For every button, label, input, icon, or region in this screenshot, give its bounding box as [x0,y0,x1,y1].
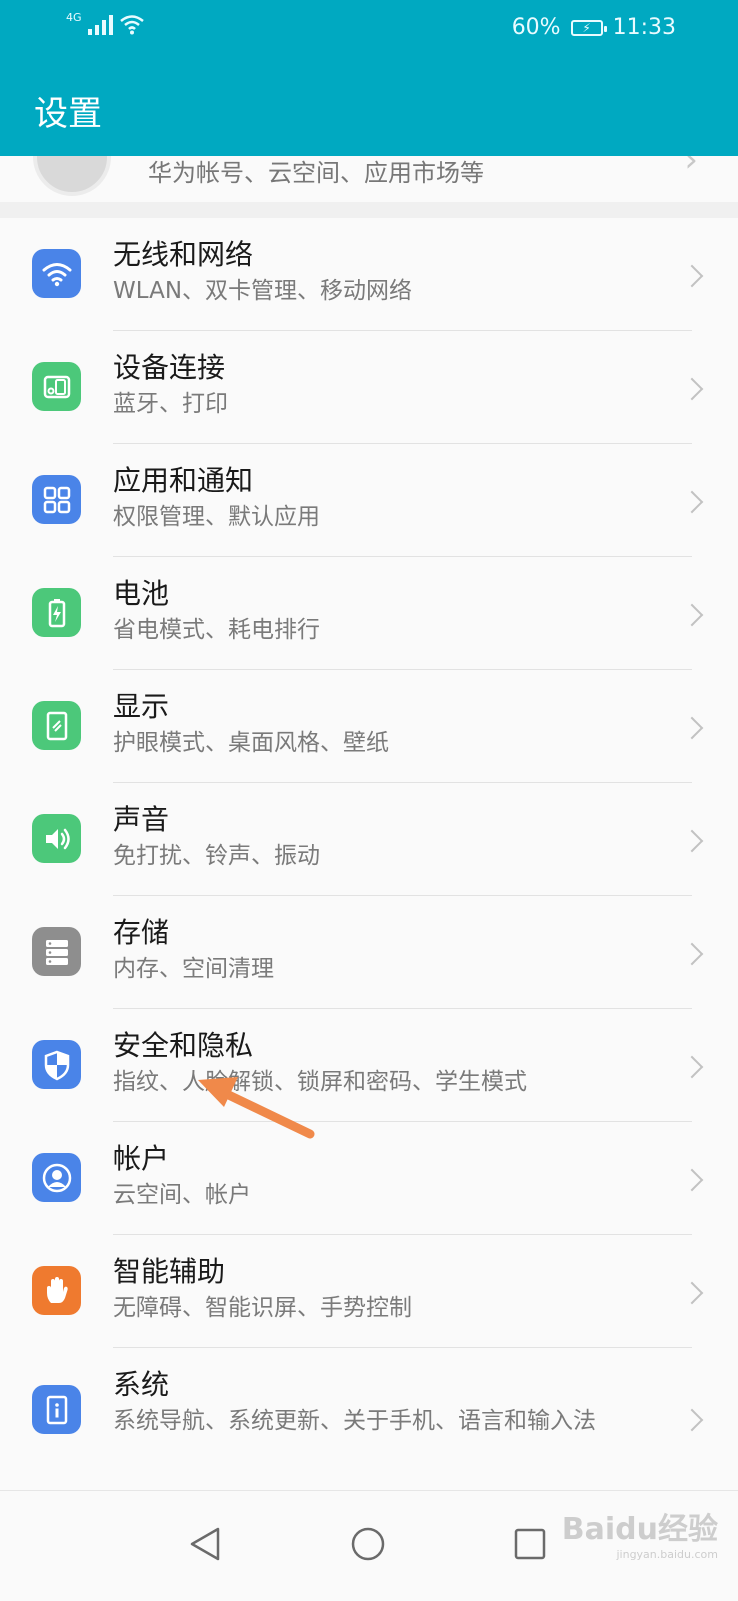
settings-item-subtitle: 免打扰、铃声、振动 [113,843,320,869]
status-right: 60% ⚡ 11:33 [512,15,676,40]
settings-item-title: 帐户 [113,1142,170,1175]
chevron-right-icon [680,1408,704,1432]
settings-item-title: 安全和隐私 [113,1029,254,1062]
settings-item-title: 无线和网络 [113,238,254,271]
storage-icon [32,927,81,976]
settings-item-title: 设备连接 [113,351,226,384]
settings-item-subtitle: 指纹、人脸解锁、锁屏和密码、学生模式 [113,1069,527,1095]
settings-item-display[interactable]: 显示护眼模式、桌面风格、壁纸 [0,670,738,783]
user-icon [32,1153,81,1202]
settings-list: 无线和网络 WLAN、双卡管理、移动网络设备连接蓝牙、打印应用和通知权限管理、默认… [0,218,738,1490]
settings-item-storage[interactable]: 存储 内存、空间清理 [0,896,738,1009]
chevron-right-icon [680,1281,704,1305]
settings-item-wireless[interactable]: 无线和网络 WLAN、双卡管理、移动网络 [0,218,738,331]
display-icon [32,701,81,750]
section-divider [0,202,738,218]
chevron-right-icon [680,942,704,966]
device-connection-icon [32,362,81,411]
settings-item-subtitle: WLAN、双卡管理、移动网络 [113,278,413,304]
hand-icon [32,1266,81,1315]
chevron-right-icon: › [684,156,698,180]
chevron-right-icon [680,490,704,514]
settings-item-subtitle: 蓝牙、打印 [113,391,228,417]
settings-item-device[interactable]: 设备连接 蓝牙、打印 [0,331,738,444]
settings-item-title: 应用和通知 [113,464,254,497]
chevron-right-icon [680,1168,704,1192]
home-button[interactable] [345,1521,391,1567]
home-circle-icon [351,1527,385,1561]
recents-square-icon [514,1528,546,1560]
settings-item-title: 声音 [113,803,170,836]
signal-indicators: 4G [66,12,145,35]
settings-item-system[interactable]: 系统系统导航、系统更新、关于手机、语言和输入法 [0,1348,738,1490]
settings-item-title: 存储 [113,916,170,949]
watermark-brand: Baidu经验 [561,1512,718,1547]
settings-item-title: 电池 [113,577,170,610]
network-type: 4G [66,11,82,24]
chevron-right-icon [680,1055,704,1079]
settings-item-subtitle: 内存、空间清理 [113,956,274,982]
wifi-icon [32,249,81,298]
chevron-right-icon [680,603,704,627]
account-row[interactable]: 华为帐号、云空间、应用市场等 › [0,156,738,202]
settings-item-title: 显示 [113,690,170,723]
settings-item-subtitle: 无障碍、智能识屏、手势控制 [113,1295,412,1321]
system-info-icon [32,1385,81,1434]
clock: 11:33 [612,15,676,40]
status-bar: 4G 60% ⚡ 11:33 [0,0,738,58]
recents-button[interactable] [507,1521,553,1567]
avatar [33,156,111,196]
chevron-right-icon [680,829,704,853]
speaker-icon [32,814,81,863]
settings-item-subtitle: 省电模式、耗电排行 [113,617,320,643]
chevron-right-icon [680,377,704,401]
back-button[interactable] [182,1521,228,1567]
settings-item-title: 智能辅助 [113,1255,226,1288]
battery-percent: 60% [511,15,561,40]
settings-item-sound[interactable]: 声音免打扰、铃声、振动 [0,783,738,896]
page-title: 设置 [34,94,102,134]
settings-item-subtitle: 云空间、帐户 [113,1182,251,1208]
back-triangle-icon [190,1527,220,1561]
settings-item-title: 系统 [113,1368,170,1401]
settings-item-subtitle: 权限管理、默认应用 [113,504,320,530]
apps-grid-icon [32,475,81,524]
settings-item-accessibility[interactable]: 智能辅助无障碍、智能识屏、手势控制 [0,1235,738,1348]
settings-item-subtitle: 护眼模式、桌面风格、壁纸 [113,730,389,756]
chevron-right-icon [680,264,704,288]
settings-item-apps[interactable]: 应用和通知权限管理、默认应用 [0,444,738,557]
account-subtitle: 华为帐号、云空间、应用市场等 [148,159,484,187]
chevron-right-icon [680,716,704,740]
watermark-url: jingyan.baidu.com [616,1548,718,1561]
watermark: Baidu经验 jingyan.baidu.com [562,1504,718,1561]
settings-item-subtitle: 系统导航、系统更新、关于手机、语言和输入法 [113,1408,596,1434]
battery-status-icon: ⚡ [570,19,607,36]
settings-item-account[interactable]: 帐户 云空间、帐户 [0,1122,738,1235]
cell-signal-icon [87,13,113,35]
wifi-status-icon [119,15,144,35]
settings-item-security[interactable]: 安全和隐私指纹、人脸解锁、锁屏和密码、学生模式 [0,1009,738,1122]
shield-icon [32,1040,81,1089]
battery-icon [32,588,81,637]
settings-item-battery[interactable]: 电池省电模式、耗电排行 [0,557,738,670]
navigation-bar: Baidu经验 jingyan.baidu.com [0,1490,738,1601]
app-bar: 设置 [0,58,738,156]
